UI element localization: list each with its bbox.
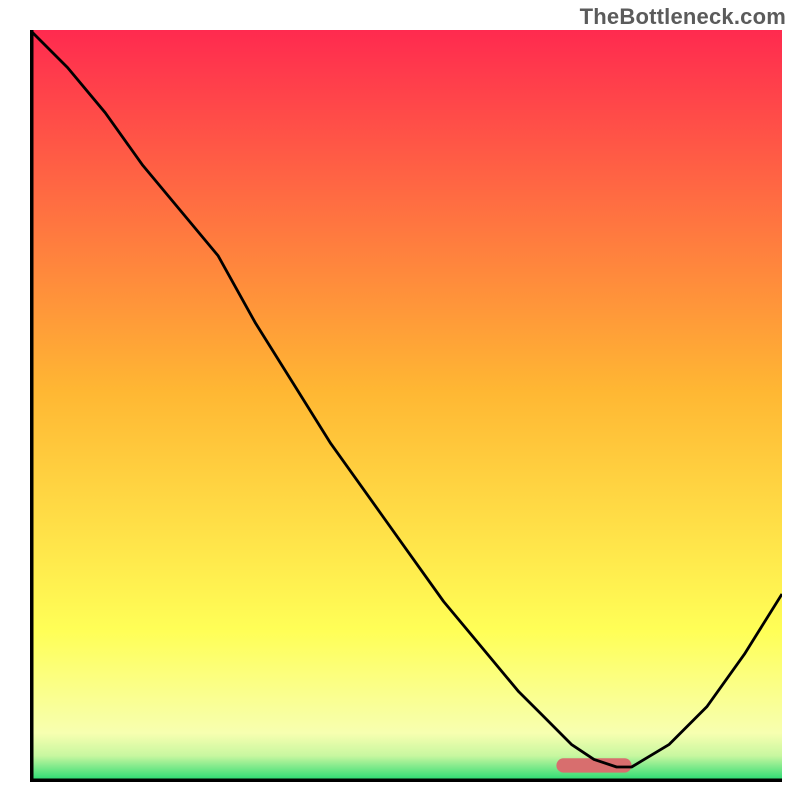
watermark-text: TheBottleneck.com [580, 4, 786, 30]
bottleneck-chart [30, 30, 782, 782]
chart-background [30, 30, 782, 782]
chart-container [30, 30, 782, 782]
